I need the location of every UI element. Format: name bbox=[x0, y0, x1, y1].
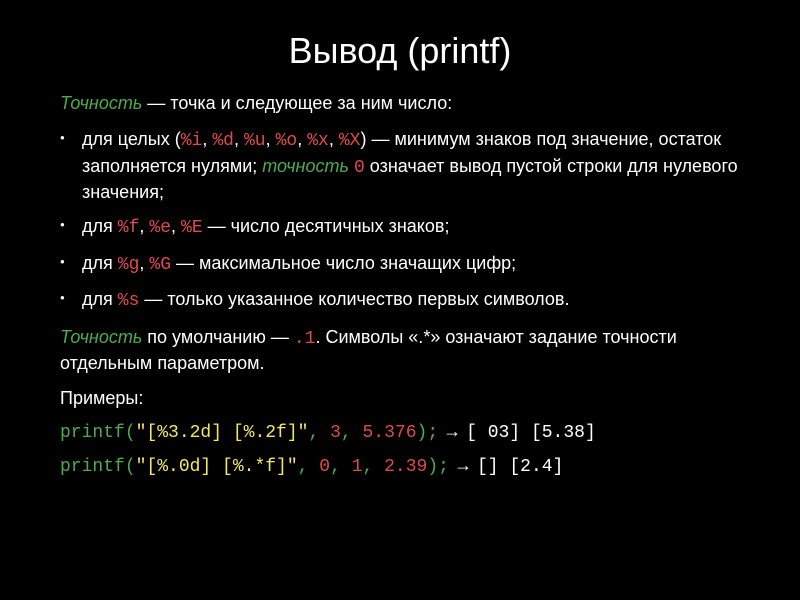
paren: ( bbox=[125, 423, 136, 443]
fmt-spec: %i bbox=[181, 131, 203, 151]
text: — число десятичных знаков; bbox=[203, 216, 450, 236]
comma: , bbox=[298, 457, 320, 477]
slide: Вывод (printf) Точность — точка и следую… bbox=[0, 0, 800, 600]
paren: ) bbox=[427, 457, 438, 477]
fmt-spec: %E bbox=[181, 218, 203, 238]
number: 5.376 bbox=[362, 423, 416, 443]
paren: ( bbox=[125, 457, 136, 477]
paren: ) bbox=[417, 423, 428, 443]
bullet-floats: для %f, %e, %E — число десятичных знаков… bbox=[82, 214, 760, 240]
comma: , bbox=[202, 129, 212, 149]
comma: , bbox=[266, 129, 276, 149]
fmt-spec: %G bbox=[149, 255, 171, 275]
comma: , bbox=[329, 129, 339, 149]
fn-name: printf bbox=[60, 457, 125, 477]
string-literal: "[%3.2d] [%.2f]" bbox=[136, 423, 309, 443]
example-1: printf("[%3.2d] [%.2f]", 3, 5.376); → [ … bbox=[60, 421, 760, 443]
text: для bbox=[82, 253, 118, 273]
slide-title: Вывод (printf) bbox=[40, 30, 760, 72]
text: по умолчанию — bbox=[142, 327, 294, 347]
number: 0 bbox=[354, 158, 365, 178]
fmt-spec: %d bbox=[212, 131, 234, 151]
comma: , bbox=[234, 129, 244, 149]
comma: , bbox=[139, 253, 149, 273]
text: для bbox=[82, 216, 118, 236]
fmt-spec: %u bbox=[244, 131, 266, 151]
arrow: → bbox=[438, 421, 466, 441]
text: — только указанное количество первых сим… bbox=[139, 289, 569, 309]
fmt-spec: %o bbox=[276, 131, 298, 151]
text: — максимальное число значащих цифр; bbox=[171, 253, 516, 273]
comma: , bbox=[297, 129, 307, 149]
number: .1 bbox=[294, 329, 316, 349]
precision-term: Точность bbox=[60, 93, 142, 113]
bullet-s: для %s — только указанное количество пер… bbox=[82, 287, 760, 313]
number: 1 bbox=[352, 457, 363, 477]
bullet-g: для %g, %G — максимальное число значащих… bbox=[82, 251, 760, 277]
fmt-spec: %f bbox=[118, 218, 140, 238]
number: 3 bbox=[330, 423, 341, 443]
number: 0 bbox=[319, 457, 330, 477]
precision-term: точность bbox=[262, 156, 349, 176]
bullet-list: для целых (%i, %d, %u, %o, %x, %X) — мин… bbox=[60, 127, 760, 313]
precision-term: Точность bbox=[60, 327, 142, 347]
semicolon: ; bbox=[438, 457, 449, 477]
text: для целых ( bbox=[82, 129, 181, 149]
fmt-spec: %g bbox=[118, 255, 140, 275]
comma: , bbox=[139, 216, 149, 236]
output: [] [2.4] bbox=[477, 457, 563, 477]
comma: , bbox=[341, 423, 363, 443]
semicolon: ; bbox=[427, 423, 438, 443]
comma: , bbox=[330, 457, 352, 477]
comma: , bbox=[171, 216, 181, 236]
example-2: printf("[%.0d] [%.*f]", 0, 1, 2.39); → [… bbox=[60, 455, 760, 477]
number: 2.39 bbox=[384, 457, 427, 477]
fmt-spec: %e bbox=[149, 218, 171, 238]
comma: , bbox=[308, 423, 330, 443]
examples-label: Примеры: bbox=[60, 388, 760, 409]
comma: , bbox=[363, 457, 385, 477]
bullet-integers: для целых (%i, %d, %u, %o, %x, %X) — мин… bbox=[82, 127, 760, 204]
fmt-spec: %s bbox=[118, 291, 140, 311]
arrow: → bbox=[449, 455, 477, 475]
default-note: Точность по умолчанию — .1. Символы «.*»… bbox=[60, 325, 760, 376]
lead-rest: — точка и следующее за ним число: bbox=[142, 93, 452, 113]
lead-line: Точность — точка и следующее за ним числ… bbox=[60, 92, 760, 115]
output: [ 03] [5.38] bbox=[466, 423, 596, 443]
fmt-spec: %X bbox=[339, 131, 361, 151]
text: для bbox=[82, 289, 118, 309]
fn-name: printf bbox=[60, 423, 125, 443]
string-literal: "[%.0d] [%.*f]" bbox=[136, 457, 298, 477]
fmt-spec: %x bbox=[307, 131, 329, 151]
